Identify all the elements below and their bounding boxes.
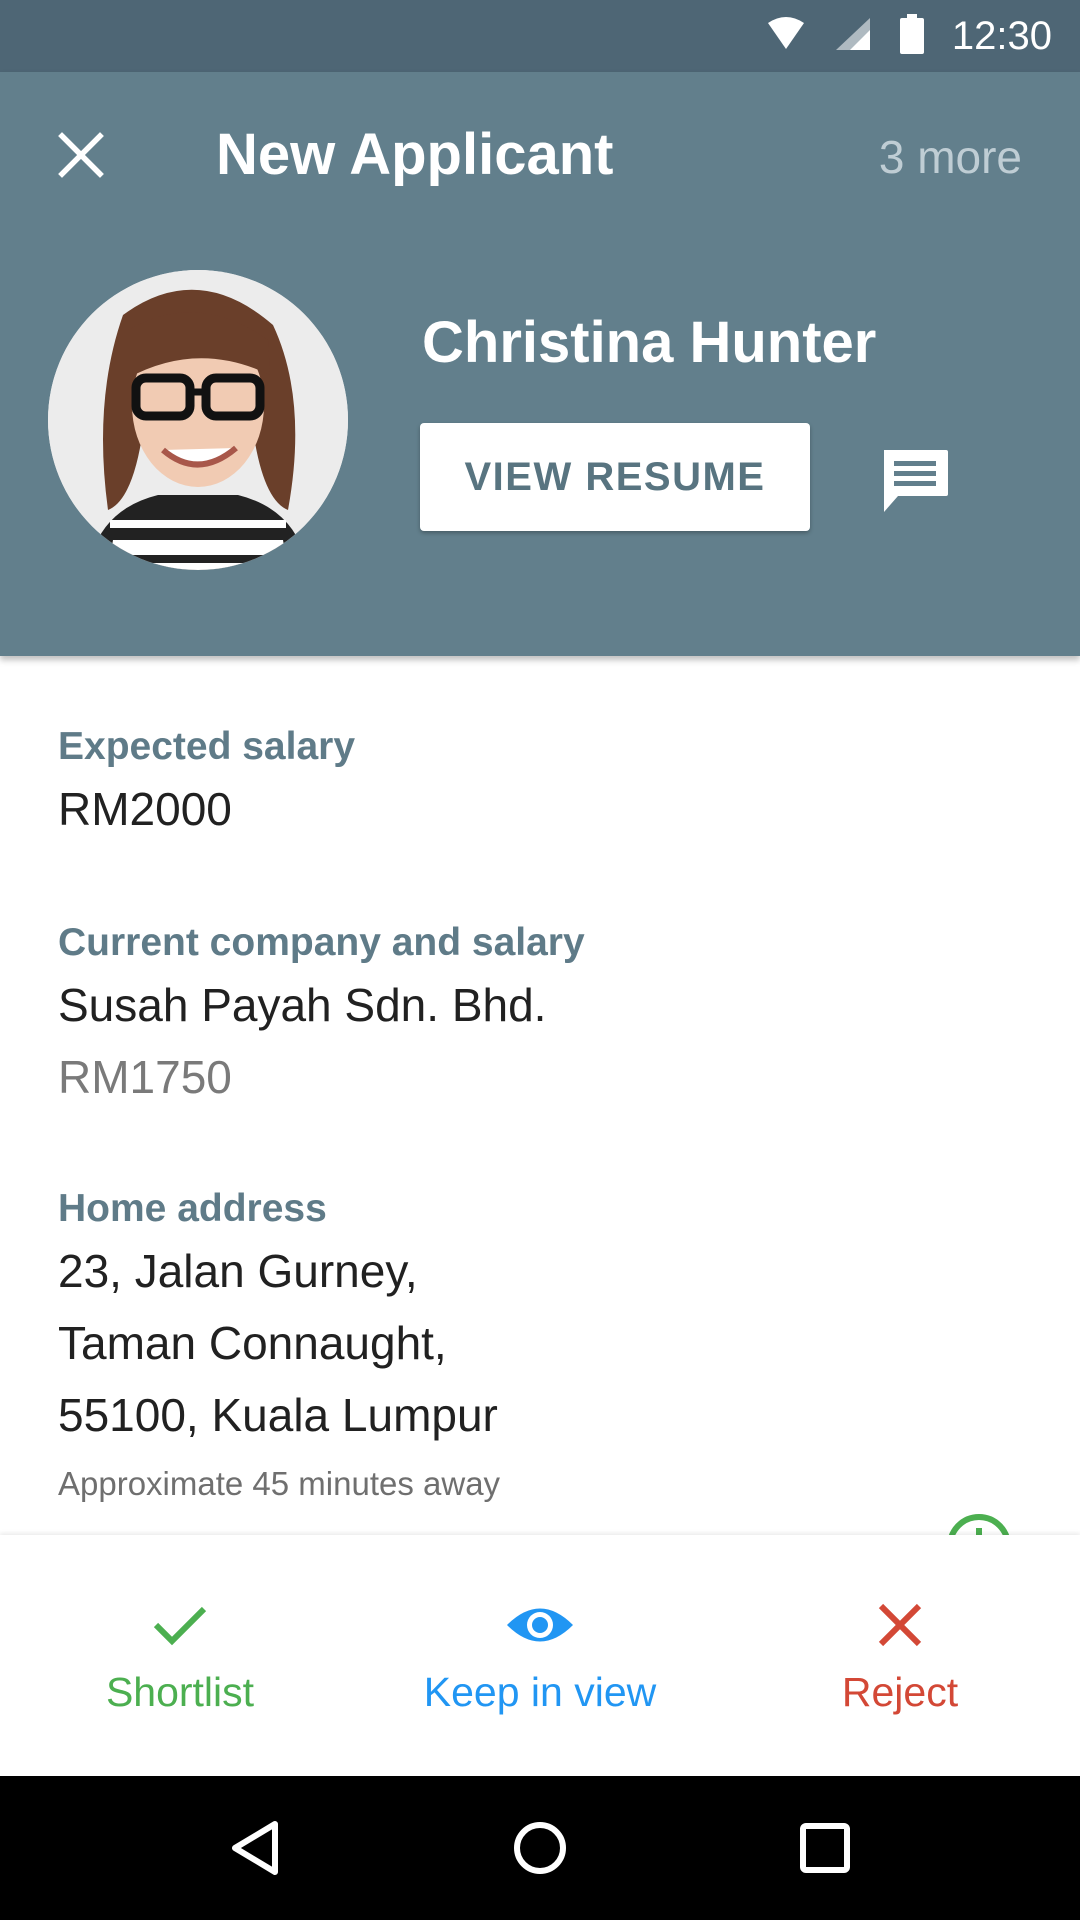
message-button[interactable] [878,444,952,518]
reject-label: Reject [841,1669,959,1715]
current-company-value: Susah Payah Sdn. Bhd. [58,979,547,1031]
battery-icon [899,13,924,59]
message-icon [884,450,948,512]
avatar [48,270,348,570]
signal-icon [834,16,872,57]
navigation-bar [0,1776,1080,1920]
close-icon [877,1595,923,1655]
status-icons: 12:30 [766,0,1052,72]
reject-button[interactable]: Reject [720,1535,1080,1776]
page-title: New Applicant [216,122,614,187]
view-resume-button[interactable]: VIEW RESUME [420,423,810,531]
partially-hidden-icon [945,1512,1013,1536]
applicant-header: New Applicant 3 more Christina Hunter VI… [0,72,1080,656]
current-salary-value: RM1750 [58,1051,232,1103]
keep-in-view-button[interactable]: Keep in view [360,1535,720,1776]
travel-time-note: Approximate 45 minutes away [58,1465,501,1502]
applicant-name: Christina Hunter [422,310,877,375]
keep-in-view-label: Keep in view [423,1669,657,1715]
wifi-icon [766,16,806,56]
more-applicants-link[interactable]: 3 more [879,130,1022,185]
current-company-label: Current company and salary [58,921,585,964]
expected-salary-label: Expected salary [58,725,356,768]
close-button[interactable] [50,124,112,186]
home-address-line: 23, Jalan Gurney, [58,1245,418,1297]
home-address-line: Taman Connaught, [58,1317,447,1369]
status-time: 12:30 [951,14,1052,58]
check-icon [152,1595,208,1655]
home-address-label: Home address [58,1187,327,1230]
back-button[interactable] [211,1804,299,1892]
home-button[interactable] [496,1804,584,1892]
shortlist-label: Shortlist [105,1669,255,1715]
home-address-line: 55100, Kuala Lumpur [58,1389,498,1441]
action-bar: Shortlist Keep in view Reject [0,1535,1080,1776]
eye-icon [505,1595,575,1655]
close-icon [58,132,104,178]
status-bar: 12:30 [0,0,1080,72]
recents-button[interactable] [781,1804,869,1892]
recents-icon [800,1823,851,1873]
expected-salary-value: RM2000 [58,783,232,835]
shortlist-button[interactable]: Shortlist [0,1535,360,1776]
back-icon [231,1821,278,1875]
home-icon [513,1822,566,1874]
